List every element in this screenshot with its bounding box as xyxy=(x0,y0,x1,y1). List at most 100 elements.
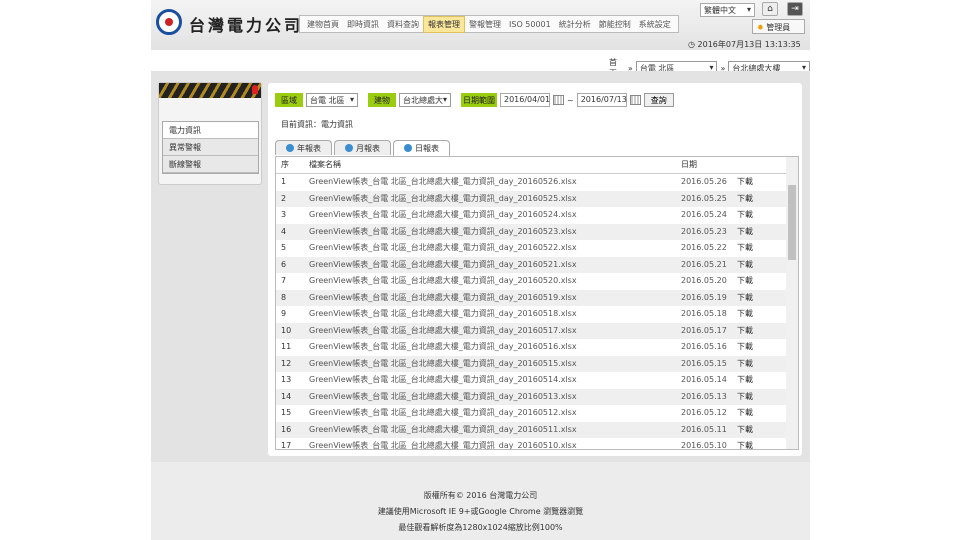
building-select[interactable]: 台北總處大 xyxy=(399,93,451,107)
col-filename: 檔案名稱 xyxy=(309,160,341,169)
download-link[interactable]: 下載 xyxy=(737,191,753,207)
table-row: 3 GreenView帳表_台電 北區_台北總處大樓_電力資訊_day_20160… xyxy=(276,207,786,224)
table-header: 序 檔案名稱 日期 xyxy=(276,157,786,174)
row-filename: GreenView帳表_台電 北區_台北總處大樓_電力資訊_day_201605… xyxy=(309,424,577,434)
query-button[interactable]: 查詢 xyxy=(643,93,674,107)
row-date: 2016.05.11 xyxy=(681,424,727,434)
report-tabs: 年報表 月報表 日報表 xyxy=(275,140,450,156)
header: 台灣電力公司 建物首頁 即時資訊 資料查詢 報表管理 警報管理 ISO 50001 統計分析… xyxy=(151,0,810,50)
nav-item[interactable]: 警報管理 xyxy=(465,17,505,32)
row-date: 2016.05.15 xyxy=(681,358,727,368)
row-filename: GreenView帳表_台電 北區_台北總處大樓_電力資訊_day_201605… xyxy=(309,292,577,302)
footer: 版權所有© 2016 台灣電力公司 建議使用Microsoft IE 9+或Go… xyxy=(151,462,810,540)
nav-item[interactable]: 建物首頁 xyxy=(303,17,343,32)
tab-yearly[interactable]: 年報表 xyxy=(275,140,332,155)
download-link[interactable]: 下載 xyxy=(737,438,753,449)
row-filename: GreenView帳表_台電 北區_台北總處大樓_電力資訊_day_201605… xyxy=(309,441,577,450)
sidebar-item-disconnect-alarm[interactable]: 斷線警報 xyxy=(163,156,258,173)
date-from-input[interactable]: 2016/04/01 xyxy=(500,93,550,107)
row-date: 2016.05.12 xyxy=(681,408,727,417)
resolution-note: 最佳觀看解析度為1280x1024縮放比例100% xyxy=(398,523,563,532)
scrollbar[interactable] xyxy=(786,157,798,449)
table-row: 9 GreenView帳表_台電 北區_台北總處大樓_電力資訊_day_20160… xyxy=(276,306,786,323)
nav-item[interactable]: 即時資訊 xyxy=(343,17,383,32)
tab-monthly[interactable]: 月報表 xyxy=(334,140,391,155)
download-link[interactable]: 下載 xyxy=(737,356,753,372)
col-date: 日期 xyxy=(681,160,697,169)
download-link[interactable]: 下載 xyxy=(737,372,753,388)
row-filename: GreenView帳表_台電 北區_台北總處大樓_電力資訊_day_201605… xyxy=(309,391,577,401)
download-link[interactable]: 下載 xyxy=(737,273,753,289)
download-link[interactable]: 下載 xyxy=(737,207,753,223)
row-filename: GreenView帳表_台電 北區_台北總處大樓_電力資訊_day_201605… xyxy=(309,226,577,236)
row-date: 2016.05.20 xyxy=(681,276,727,285)
row-date: 2016.05.21 xyxy=(681,259,727,269)
region-select[interactable]: 台電 北區 xyxy=(306,93,358,107)
nav-item[interactable]: 節能控制 xyxy=(595,17,635,32)
sidebar-item-power[interactable]: 電力資訊 xyxy=(163,122,258,139)
date-to-input[interactable]: 2016/07/13 xyxy=(576,93,627,107)
row-filename: GreenView帳表_台電 北區_台北總處大樓_電力資訊_day_201605… xyxy=(309,325,577,335)
clock: ◷ 2016年07月13日 13:13:35 xyxy=(688,39,801,50)
report-panel: 區域 台電 北區 建物 台北總處大 日期範圍 2016/04/01 ~ 2016… xyxy=(268,83,802,456)
tab-daily[interactable]: 日報表 xyxy=(393,140,450,156)
row-seq: 6 xyxy=(281,259,287,269)
download-link[interactable]: 下載 xyxy=(737,224,753,240)
alarm-icon xyxy=(252,85,258,94)
row-seq: 3 xyxy=(281,210,287,219)
download-link[interactable]: 下載 xyxy=(737,405,753,421)
download-link[interactable]: 下載 xyxy=(737,174,753,190)
row-date: 2016.05.22 xyxy=(681,243,727,252)
brand-name: 台灣電力公司 xyxy=(189,16,304,35)
table-row: 4 GreenView帳表_台電 北區_台北總處大樓_電力資訊_day_20160… xyxy=(276,223,786,240)
download-link[interactable]: 下載 xyxy=(737,306,753,322)
row-filename: GreenView帳表_台電 北區_台北總處大樓_電力資訊_day_201605… xyxy=(309,309,577,318)
download-link[interactable]: 下載 xyxy=(737,290,753,306)
download-link[interactable]: 下載 xyxy=(737,339,753,355)
tab-label: 日報表 xyxy=(415,144,439,153)
table-row: 1 GreenView帳表_台電 北區_台北總處大樓_電力資訊_day_20160… xyxy=(276,174,786,191)
nav-item[interactable]: ISO 50001 xyxy=(505,18,555,31)
row-filename: GreenView帳表_台電 北區_台北總處大樓_電力資訊_day_201605… xyxy=(309,243,577,252)
download-link[interactable]: 下載 xyxy=(737,257,753,273)
row-filename: GreenView帳表_台電 北區_台北總處大樓_電力資訊_day_201605… xyxy=(309,210,577,219)
home-icon[interactable]: ⌂ xyxy=(762,2,778,16)
row-seq: 15 xyxy=(281,408,292,417)
download-link[interactable]: 下載 xyxy=(737,422,753,438)
row-date: 2016.05.14 xyxy=(681,375,727,384)
download-link[interactable]: 下載 xyxy=(737,389,753,405)
row-filename: GreenView帳表_台電 北區_台北總處大樓_電力資訊_day_201605… xyxy=(309,259,577,269)
copyright: 版權所有© 2016 台灣電力公司 xyxy=(423,491,538,500)
sidebar-item-abnormal-alarm[interactable]: 異常警報 xyxy=(163,139,258,156)
sidebar-banner xyxy=(159,83,261,98)
table-row: 12 GreenView帳表_台電 北區_台北總處大樓_電力資訊_day_2016… xyxy=(276,355,786,372)
download-link[interactable]: 下載 xyxy=(737,240,753,256)
table-row: 2 GreenView帳表_台電 北區_台北總處大樓_電力資訊_day_20160… xyxy=(276,190,786,207)
calendar-icon[interactable] xyxy=(629,95,641,105)
filter-bar: 區域 台電 北區 建物 台北總處大 日期範圍 2016/04/01 ~ 2016… xyxy=(275,93,674,107)
scrollbar-thumb[interactable] xyxy=(788,185,796,260)
row-filename: GreenView帳表_台電 北區_台北總處大樓_電力資訊_day_201605… xyxy=(309,342,577,351)
admin-button[interactable]: ✹ 管理員 xyxy=(752,19,805,34)
taipower-logo[interactable] xyxy=(156,9,182,35)
row-seq: 8 xyxy=(281,292,287,302)
report-icon xyxy=(404,144,412,152)
calendar-icon[interactable] xyxy=(553,95,564,105)
datetime: 2016年07月13日 13:13:35 xyxy=(697,40,801,49)
logout-icon[interactable]: ⇥ xyxy=(787,2,803,16)
report-icon xyxy=(345,144,353,152)
table-row: 6 GreenView帳表_台電 北區_台北總處大樓_電力資訊_day_20160… xyxy=(276,256,786,273)
region-label: 區域 xyxy=(275,93,303,107)
nav-item[interactable]: 報表管理 xyxy=(423,15,465,33)
tab-label: 年報表 xyxy=(297,144,321,153)
table-row: 11 GreenView帳表_台電 北區_台北總處大樓_電力資訊_day_2016… xyxy=(276,339,786,356)
row-seq: 9 xyxy=(281,309,287,318)
nav-item[interactable]: 統計分析 xyxy=(555,17,595,32)
nav-item[interactable]: 系統設定 xyxy=(635,17,675,32)
nav-item[interactable]: 資料查詢 xyxy=(383,17,423,32)
language-select[interactable]: 繁體中文 xyxy=(700,3,755,17)
download-link[interactable]: 下載 xyxy=(737,323,753,339)
row-seq: 5 xyxy=(281,243,287,252)
row-date: 2016.05.10 xyxy=(681,441,727,450)
table-row: 13 GreenView帳表_台電 北區_台北總處大樓_電力資訊_day_2016… xyxy=(276,372,786,389)
